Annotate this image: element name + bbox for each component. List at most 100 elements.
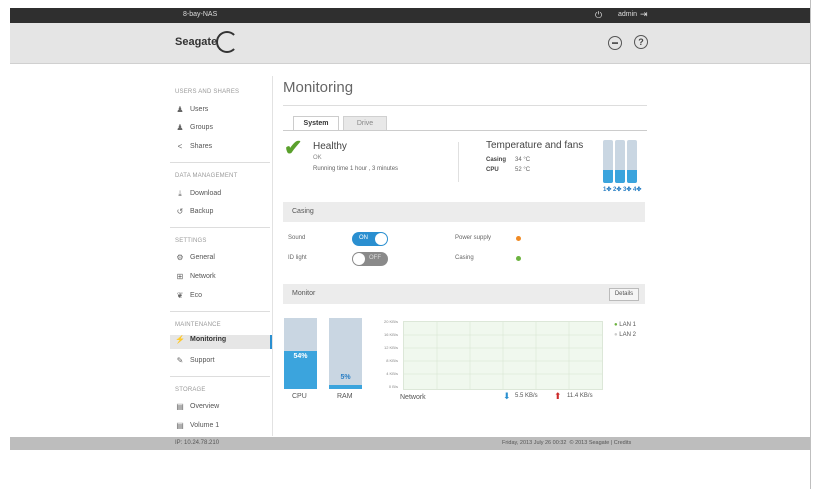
health-sub: OK bbox=[313, 155, 322, 161]
fan-gauge bbox=[627, 140, 637, 183]
footer: IP: 10.24.78.210 Friday, 2013 July 26 00… bbox=[10, 437, 810, 450]
footer-info: Friday, 2013 July 26 00:32 © 2013 Seagat… bbox=[502, 440, 631, 446]
power-supply-status-dot bbox=[516, 236, 521, 241]
sidebar-item-label: Shares bbox=[190, 143, 213, 150]
monitoring-icon: ⚡ bbox=[175, 335, 185, 344]
sidebar-item-label: General bbox=[190, 254, 215, 261]
power-icon[interactable]: ⏻ bbox=[595, 10, 602, 21]
y-tick-label: 20 KB/s bbox=[383, 319, 398, 324]
gear-icon: ⚙ bbox=[176, 253, 184, 262]
id-light-label: ID light bbox=[288, 255, 307, 261]
tab-divider bbox=[283, 130, 647, 131]
sidebar-item-download[interactable]: ⤓ Download bbox=[175, 189, 270, 203]
running-time: Running time 1 hour , 3 minutes bbox=[313, 166, 399, 172]
legend-lan-2: ● LAN 2 bbox=[614, 332, 636, 338]
sidebar-item-volume-1[interactable]: ▤ Volume 1 bbox=[175, 421, 270, 435]
footer-datetime: Friday, 2013 July 26 00:32 bbox=[502, 440, 567, 446]
sidebar-item-label: Users bbox=[190, 106, 209, 113]
download-rate: 5.5 KB/s bbox=[515, 393, 538, 399]
sidebar-item-users[interactable]: ♟ Users bbox=[175, 105, 270, 119]
lan-1-dot-icon: ● bbox=[614, 322, 618, 328]
sidebar-item-support[interactable]: ✎ Support bbox=[175, 356, 270, 370]
storage-icon: ▤ bbox=[176, 402, 184, 411]
section-title-data-management: DATA MANAGEMENT bbox=[175, 173, 238, 179]
sidebar-item-network[interactable]: ⊞ Network bbox=[175, 272, 270, 286]
y-tick-label: 16 KB/s bbox=[383, 332, 398, 337]
section-title-users-shares: USERS AND SHARES bbox=[175, 89, 240, 95]
ip-address: IP: 10.24.78.210 bbox=[175, 440, 220, 446]
fan-label: 4✤ bbox=[633, 187, 642, 193]
id-light-toggle-state: OFF bbox=[369, 255, 381, 261]
header: Seagate ▬ ? bbox=[10, 23, 810, 64]
tab-system[interactable]: System bbox=[293, 116, 339, 130]
device-name: 8-bay-NAS bbox=[183, 11, 218, 18]
folder-icon[interactable]: ▬ bbox=[608, 36, 622, 50]
footer-copyright[interactable]: © 2013 Seagate | Credits bbox=[569, 440, 631, 446]
sound-toggle-state: ON bbox=[359, 235, 368, 241]
backup-icon: ↺ bbox=[176, 207, 184, 216]
volume-icon: ▤ bbox=[176, 421, 184, 430]
power-supply-label: Power supply bbox=[455, 235, 492, 241]
user-name[interactable]: admin bbox=[618, 11, 637, 18]
sidebar-item-label: Support bbox=[190, 357, 215, 364]
cpu-temp-value: 52 °C bbox=[515, 167, 531, 173]
network-chart bbox=[403, 321, 603, 390]
lan-2-dot-icon: ● bbox=[614, 332, 618, 338]
page-title: Monitoring bbox=[283, 79, 354, 96]
y-tick-label: 4 KB/s bbox=[386, 371, 398, 376]
eco-icon: ❦ bbox=[176, 291, 184, 300]
sidebar-item-general[interactable]: ⚙ General bbox=[175, 253, 270, 267]
casing-title: Casing bbox=[292, 208, 314, 215]
casing-status-dot bbox=[516, 256, 521, 261]
section-title-settings: SETTINGS bbox=[175, 238, 207, 244]
fan-gauge bbox=[615, 140, 625, 183]
title-divider bbox=[283, 105, 647, 106]
fan-level-fill bbox=[615, 170, 625, 183]
groups-icon: ♟ bbox=[176, 123, 184, 132]
cpu-percent: 54% bbox=[293, 353, 308, 360]
y-tick-label: 8 KB/s bbox=[386, 358, 398, 363]
temperature-title: Temperature and fans bbox=[486, 140, 584, 151]
fan-label: 2✤ bbox=[613, 187, 622, 193]
help-icon[interactable]: ? bbox=[634, 35, 648, 49]
ram-gauge-label: RAM bbox=[337, 393, 353, 400]
monitor-section-header: Monitor bbox=[283, 284, 645, 304]
toggle-knob bbox=[353, 253, 365, 265]
sidebar-item-label: Overview bbox=[190, 403, 220, 410]
sidebar-item-groups[interactable]: ♟ Groups bbox=[175, 123, 270, 137]
legend-lan-1: ● LAN 1 bbox=[614, 322, 636, 328]
fan-label: 1✤ bbox=[603, 187, 612, 193]
sidebar-item-label: Backup bbox=[190, 208, 214, 215]
sidebar-divider bbox=[170, 376, 270, 377]
sidebar-item-label: Network bbox=[190, 273, 216, 280]
sidebar-item-overview[interactable]: ▤ Overview bbox=[175, 402, 270, 416]
cpu-gauge: 54% bbox=[284, 318, 317, 389]
healthy-check-icon: ✔ bbox=[284, 135, 303, 160]
window-edge bbox=[810, 0, 811, 489]
y-tick-label: 12 KB/s bbox=[383, 345, 398, 350]
sidebar-item-monitoring[interactable]: ⚡ Monitoring bbox=[170, 335, 272, 349]
logout-icon[interactable]: ⇥ bbox=[640, 9, 648, 20]
id-light-toggle[interactable]: OFF bbox=[352, 252, 388, 266]
brand-logo: Seagate bbox=[175, 36, 218, 48]
sound-toggle[interactable]: ON bbox=[352, 232, 388, 246]
fan-level-fill bbox=[627, 170, 637, 183]
download-icon: ⤓ bbox=[178, 189, 182, 198]
casing-status-label: Casing bbox=[455, 255, 474, 261]
casing-section-header: Casing bbox=[283, 202, 645, 222]
section-title-storage: STORAGE bbox=[175, 387, 206, 393]
sidebar-item-shares[interactable]: < Shares bbox=[175, 142, 270, 156]
share-icon: < bbox=[177, 142, 183, 151]
ram-percent: 5% bbox=[340, 374, 351, 381]
sidebar-item-backup[interactable]: ↺ Backup bbox=[175, 207, 270, 221]
section-title-maintenance: MAINTENANCE bbox=[175, 322, 221, 328]
fan-label: 3✤ bbox=[623, 187, 632, 193]
sidebar-item-label: Eco bbox=[190, 292, 203, 299]
sidebar-separator bbox=[272, 76, 273, 436]
details-button[interactable]: Details bbox=[609, 288, 639, 301]
network-label: Network bbox=[400, 394, 426, 401]
network-grid bbox=[404, 322, 602, 389]
tab-drive[interactable]: Drive bbox=[343, 116, 387, 131]
casing-temp-label: Casing bbox=[486, 157, 507, 163]
sidebar-item-eco[interactable]: ❦ Eco bbox=[175, 291, 270, 305]
